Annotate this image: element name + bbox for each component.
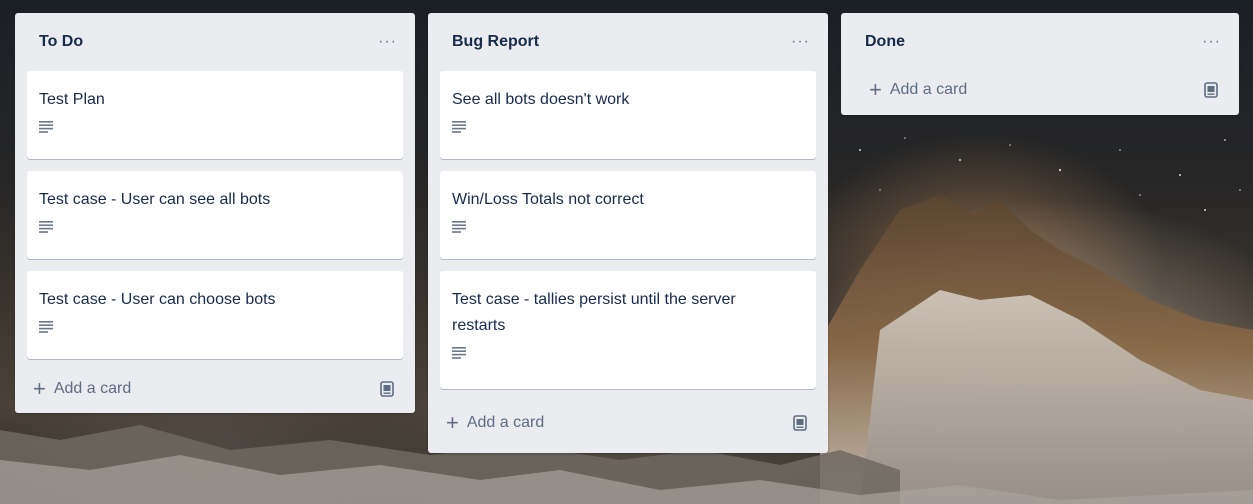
description-icon bbox=[39, 221, 53, 233]
plus-icon: + bbox=[446, 410, 459, 435]
list-menu-button[interactable]: ··· bbox=[1196, 33, 1227, 51]
card[interactable]: Win/Loss Totals not correct bbox=[440, 171, 816, 259]
card-title: Test case - User can choose bots bbox=[39, 291, 276, 308]
list-to-do: To Do ··· Test Plan Test case - User can… bbox=[15, 13, 415, 413]
list-header: Done ··· bbox=[853, 13, 1227, 71]
add-card-label: Add a card bbox=[889, 81, 968, 98]
board-background: To Do ··· Test Plan Test case - User can… bbox=[0, 0, 1253, 504]
card-template-icon[interactable] bbox=[1203, 82, 1219, 98]
list-bug-report: Bug Report ··· See all bots doesn't work… bbox=[428, 13, 828, 453]
card-template-icon[interactable] bbox=[792, 415, 808, 431]
list-title[interactable]: To Do bbox=[39, 33, 83, 51]
card-title: Test case - tallies persist until the se… bbox=[452, 291, 736, 334]
description-icon bbox=[452, 121, 466, 133]
list-menu-button[interactable]: ··· bbox=[785, 33, 816, 51]
add-card-row: + Add a card bbox=[440, 393, 816, 453]
list-menu-button[interactable]: ··· bbox=[372, 33, 403, 51]
add-card-row: + Add a card bbox=[27, 365, 403, 413]
add-card-row: + Add a card bbox=[853, 65, 1227, 115]
card-template-icon[interactable] bbox=[379, 381, 395, 397]
list-header: To Do ··· bbox=[27, 13, 403, 71]
add-card-button[interactable]: + Add a card bbox=[869, 77, 968, 102]
card[interactable]: Test case - User can choose bots bbox=[27, 271, 403, 359]
card[interactable]: Test case - tallies persist until the se… bbox=[440, 271, 816, 389]
list-title[interactable]: Done bbox=[865, 33, 905, 51]
plus-icon: + bbox=[33, 376, 46, 401]
list-done: Done ··· + Add a card bbox=[841, 13, 1239, 115]
card[interactable]: Test case - User can see all bots bbox=[27, 171, 403, 259]
add-card-button[interactable]: + Add a card bbox=[33, 376, 132, 401]
card-title: See all bots doesn't work bbox=[452, 91, 630, 108]
card[interactable]: Test Plan bbox=[27, 71, 403, 159]
add-card-button[interactable]: + Add a card bbox=[446, 410, 545, 435]
list-header: Bug Report ··· bbox=[440, 13, 816, 71]
add-card-label: Add a card bbox=[53, 380, 132, 397]
description-icon bbox=[39, 321, 53, 333]
card[interactable]: See all bots doesn't work bbox=[440, 71, 816, 159]
card-title: Win/Loss Totals not correct bbox=[452, 191, 644, 208]
add-card-label: Add a card bbox=[466, 414, 545, 431]
plus-icon: + bbox=[869, 77, 882, 102]
list-title[interactable]: Bug Report bbox=[452, 33, 539, 51]
description-icon bbox=[39, 121, 53, 133]
card-title: Test Plan bbox=[39, 91, 105, 108]
card-title: Test case - User can see all bots bbox=[39, 191, 271, 208]
description-icon bbox=[452, 221, 466, 233]
description-icon bbox=[452, 347, 466, 359]
